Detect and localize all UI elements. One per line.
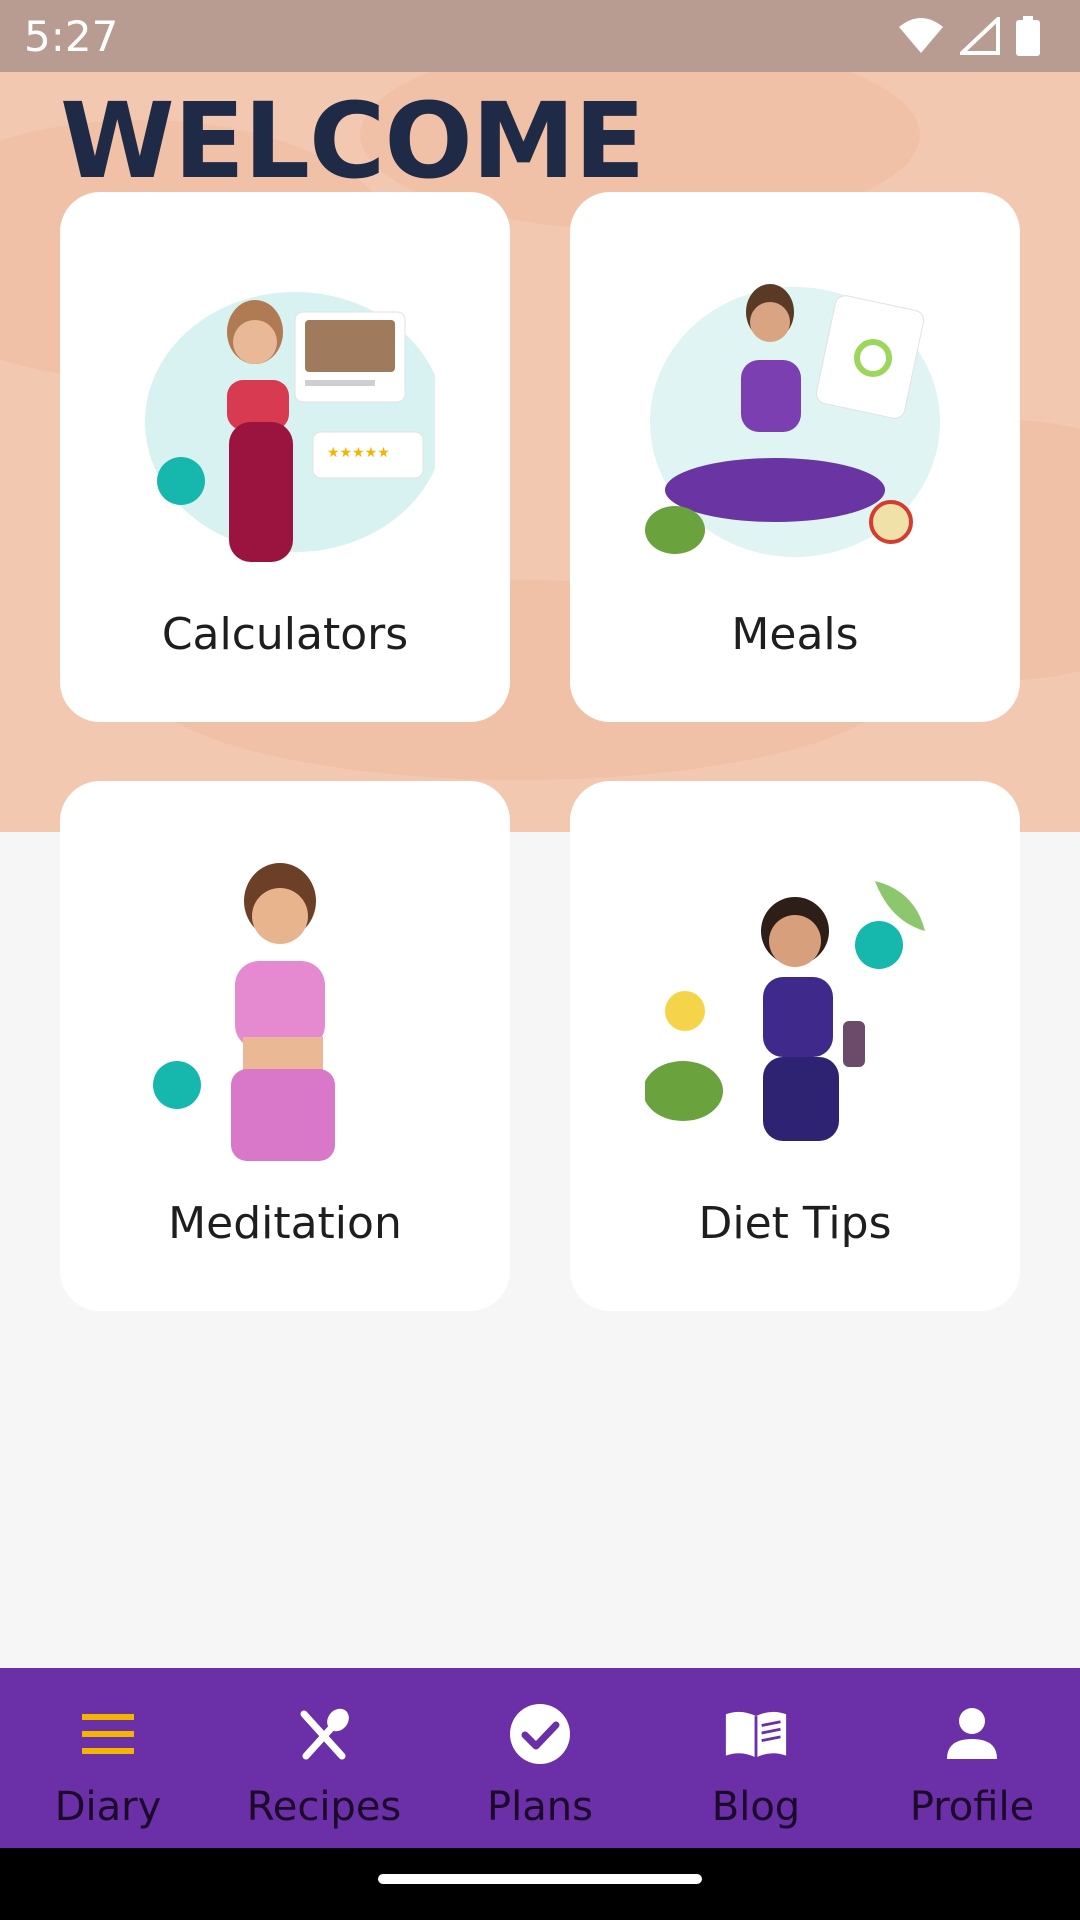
woman-drink-illustration bbox=[643, 861, 945, 1161]
meditation-card[interactable]: Meditation bbox=[60, 781, 510, 1311]
nav-item-recipes[interactable]: Recipes bbox=[216, 1668, 432, 1848]
woman-thinking-illustration bbox=[135, 861, 435, 1161]
calculators-card[interactable]: ★★★★★ Calculators bbox=[60, 192, 510, 722]
nav-item-plans[interactable]: Plans bbox=[432, 1668, 648, 1848]
heart-sparkle-icon bbox=[153, 1061, 201, 1109]
nav-label-blog: Blog bbox=[711, 1784, 801, 1830]
meals-card[interactable]: Meals bbox=[570, 192, 1020, 722]
scale-icon bbox=[157, 457, 205, 505]
menu-icon bbox=[76, 1702, 140, 1766]
calculators-label: Calculators bbox=[161, 609, 409, 660]
nav-label-profile: Profile bbox=[909, 1784, 1035, 1830]
svg-text:★★★★★: ★★★★★ bbox=[327, 444, 390, 460]
home-gesture-handle[interactable] bbox=[378, 1874, 702, 1884]
nav-label-recipes: Recipes bbox=[246, 1784, 402, 1830]
wifi-icon bbox=[899, 18, 943, 53]
diet-tips-label: Diet Tips bbox=[698, 1198, 892, 1249]
check-circle-icon bbox=[508, 1702, 572, 1766]
system-gesture-bar bbox=[0, 1848, 1080, 1920]
nav-label-plans: Plans bbox=[487, 1784, 593, 1830]
water-drop-icon bbox=[855, 921, 903, 969]
nav-label-diary: Diary bbox=[54, 1784, 162, 1830]
woman-sitting-meals-illustration bbox=[645, 272, 945, 572]
book-icon bbox=[724, 1702, 788, 1766]
signal-icon bbox=[960, 17, 1000, 55]
status-time: 5:27 bbox=[24, 11, 119, 61]
nav-item-blog[interactable]: Blog bbox=[648, 1668, 864, 1848]
status-bar: 5:27 bbox=[0, 0, 1080, 72]
fork-spoon-icon bbox=[292, 1702, 356, 1766]
person-icon bbox=[940, 1702, 1004, 1766]
nav-item-diary[interactable]: Diary bbox=[0, 1668, 216, 1848]
woman-fitness-illustration: ★★★★★ bbox=[135, 272, 445, 572]
meditation-label: Meditation bbox=[168, 1198, 402, 1249]
page-title: WELCOME bbox=[60, 80, 645, 202]
diet-tips-card[interactable]: Diet Tips bbox=[570, 781, 1020, 1311]
meals-label: Meals bbox=[731, 609, 859, 660]
bottom-navigation: Diary Recipes Plans Blog Profile bbox=[0, 1668, 1080, 1848]
battery-icon bbox=[1016, 16, 1040, 56]
nav-item-profile[interactable]: Profile bbox=[864, 1668, 1080, 1848]
